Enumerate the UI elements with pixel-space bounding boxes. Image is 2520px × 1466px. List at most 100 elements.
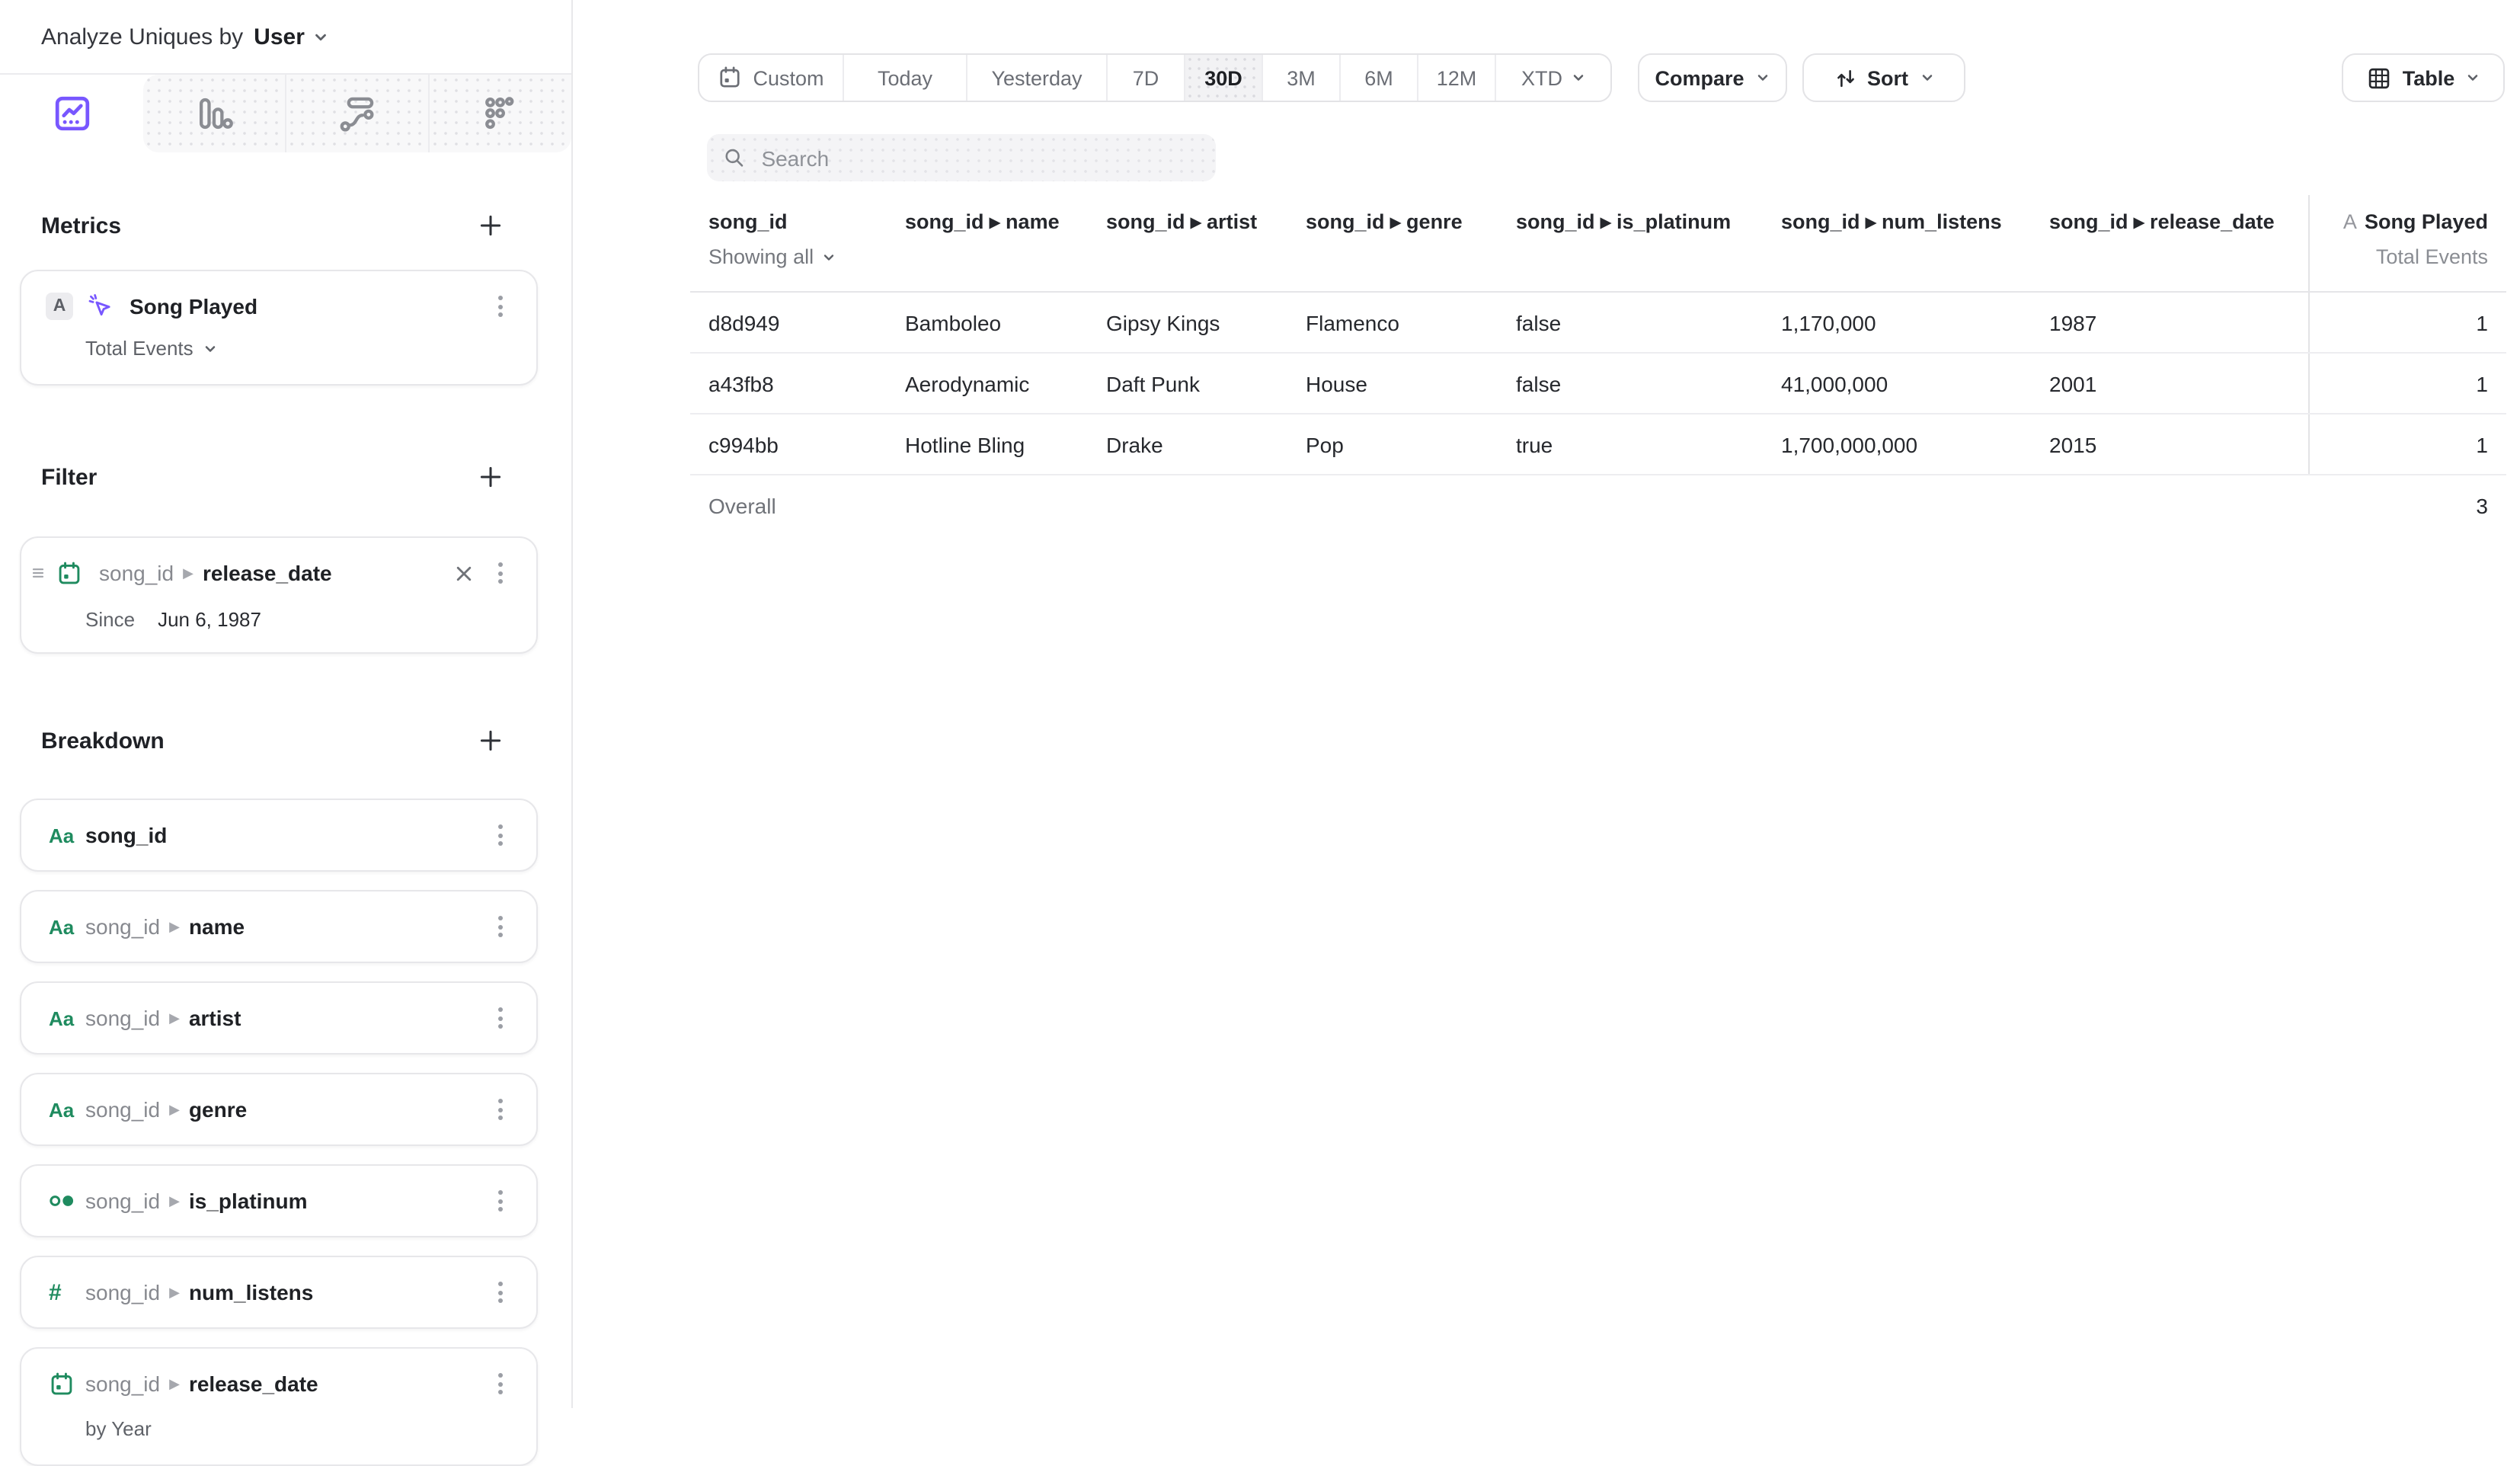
- column-header-is-platinum[interactable]: song_id ▸ is_platinum: [1498, 195, 1763, 291]
- filter-card[interactable]: song_id ▶ release_date Since Jun 6, 1987: [20, 536, 538, 654]
- date-range-xtd-dropdown[interactable]: XTD: [1495, 55, 1610, 101]
- date-range-7d[interactable]: 7D: [1106, 55, 1184, 101]
- boolean-property-icon: [49, 1192, 79, 1210]
- breakdown-kebab-menu-icon[interactable]: [495, 820, 506, 850]
- date-range-picker: Custom Today Yesterday 7D 30D 3M 6M 12M …: [698, 53, 1612, 102]
- breakdown-card-name[interactable]: Aa song_id ▶ name: [20, 890, 538, 963]
- table-row[interactable]: d8d949 Bamboleo Gipsy Kings Flamenco fal…: [690, 293, 2506, 354]
- metric-card-main-row: A Song Played: [21, 271, 536, 322]
- filter-kebab-menu-icon[interactable]: [495, 558, 506, 588]
- filter-property: song_id ▶ release_date: [99, 561, 332, 585]
- breakdown-kebab-menu-icon[interactable]: [495, 1368, 506, 1399]
- metric-series-letter: A: [2343, 210, 2357, 233]
- chevron-down-icon: [2465, 70, 2480, 85]
- breakdown-card-main-row: song_id ▶ release_date: [21, 1349, 536, 1399]
- breakdown-section-head: Breakdown: [41, 725, 503, 756]
- date-range-custom[interactable]: Custom: [699, 55, 843, 101]
- metric-card[interactable]: A Song Played Total Events: [20, 270, 538, 386]
- metric-event-name: Song Played: [130, 294, 257, 318]
- metrics-section-head: Metrics: [41, 210, 503, 241]
- chevron-down-icon: [1755, 70, 1770, 85]
- calendar-icon: [718, 66, 742, 90]
- column-header-artist[interactable]: song_id ▸ artist: [1088, 195, 1287, 291]
- date-range-12m[interactable]: 12M: [1417, 55, 1495, 101]
- date-range-yesterday[interactable]: Yesterday: [966, 55, 1106, 101]
- filter-value-field[interactable]: Jun 6, 1987: [158, 608, 261, 631]
- analyze-header: Analyze Uniques by User: [0, 0, 571, 73]
- remove-filter-icon[interactable]: [451, 560, 477, 586]
- column-header-name[interactable]: song_id ▸ name: [887, 195, 1088, 291]
- plus-icon: [478, 465, 503, 489]
- column-header-song-id[interactable]: song_id Showing all: [690, 195, 887, 291]
- drag-handle-icon[interactable]: [30, 564, 46, 582]
- breakdown-kebab-menu-icon[interactable]: [495, 911, 506, 942]
- breakdown-card-genre[interactable]: Aa song_id ▶ genre: [20, 1073, 538, 1146]
- sort-button[interactable]: Sort: [1802, 53, 1965, 102]
- text-property-icon: Aa: [49, 1098, 79, 1121]
- breakdown-kebab-menu-icon[interactable]: [495, 1094, 506, 1125]
- tab-insights[interactable]: [0, 75, 143, 152]
- insights-report-app: Analyze Uniques by User: [0, 0, 2520, 1408]
- metric-aggregation-dropdown[interactable]: Total Events: [21, 322, 536, 360]
- column-header-genre[interactable]: song_id ▸ genre: [1287, 195, 1498, 291]
- breakdown-card-release-date[interactable]: song_id ▶ release_date by Year: [20, 1347, 538, 1466]
- property-arrow-icon: ▶: [169, 1194, 180, 1208]
- search-row: [573, 134, 2520, 181]
- event-click-icon: [87, 293, 114, 320]
- filter-card-main-row: song_id ▶ release_date: [21, 538, 536, 588]
- column-header-metric[interactable]: ASong Played Total Events: [2308, 195, 2506, 291]
- breakdown-card-song-id[interactable]: Aa song_id: [20, 799, 538, 872]
- add-filter-button[interactable]: [478, 465, 503, 489]
- tab-flows[interactable]: [285, 75, 428, 152]
- breakdown-card-artist[interactable]: Aa song_id ▶ artist: [20, 981, 538, 1055]
- view-type-table-button[interactable]: Table: [2342, 53, 2505, 102]
- property-arrow-icon: ▶: [169, 1011, 180, 1025]
- column-header-num-listens[interactable]: song_id ▸ num_listens: [1763, 195, 2031, 291]
- column-header-release-date[interactable]: song_id ▸ release_date: [2031, 195, 2308, 291]
- text-property-icon: Aa: [49, 1007, 79, 1029]
- query-builder-sidebar: Analyze Uniques by User: [0, 0, 573, 1408]
- filter-section-head: Filter: [41, 462, 503, 492]
- table-row[interactable]: a43fb8 Aerodynamic Daft Punk House false…: [690, 354, 2506, 415]
- property-arrow-icon: ▶: [169, 1103, 180, 1116]
- showing-all-dropdown[interactable]: Showing all: [708, 245, 868, 268]
- search-input[interactable]: [758, 144, 1199, 171]
- property-arrow-icon: ▶: [183, 566, 193, 580]
- insights-icon: [51, 93, 92, 134]
- table-overall-row: Overall 3: [690, 475, 2506, 535]
- add-breakdown-button[interactable]: [478, 728, 503, 753]
- search-box[interactable]: [707, 134, 1216, 181]
- table-row[interactable]: c994bb Hotline Bling Drake Pop true 1,70…: [690, 415, 2506, 475]
- date-range-today[interactable]: Today: [843, 55, 966, 101]
- breakdown-kebab-menu-icon[interactable]: [495, 1186, 506, 1216]
- breakdown-kebab-menu-icon[interactable]: [495, 1003, 506, 1033]
- calendar-icon: [49, 1371, 79, 1397]
- sort-arrows-icon: [1834, 66, 1856, 89]
- compare-button[interactable]: Compare: [1638, 53, 1787, 102]
- date-range-30d-selected[interactable]: 30D: [1184, 55, 1262, 101]
- breakdown-kebab-menu-icon[interactable]: [495, 1277, 506, 1308]
- breakdown-bucket-dropdown[interactable]: by Year: [21, 1399, 536, 1440]
- breakdown-card-is-platinum[interactable]: song_id ▶ is_platinum: [20, 1164, 538, 1237]
- breakdown-property: song_id ▶ num_listens: [85, 1280, 313, 1304]
- inactive-tabs-group: [143, 75, 571, 152]
- add-metric-button[interactable]: [478, 213, 503, 238]
- date-range-3m[interactable]: 3M: [1262, 55, 1339, 101]
- filter-operator-dropdown[interactable]: Since: [85, 608, 135, 631]
- breakdown-property: song_id ▶ genre: [85, 1097, 247, 1122]
- search-icon: [724, 146, 744, 169]
- table-header-row: song_id Showing all song_id ▸ name song_…: [690, 195, 2506, 293]
- breakdown-card-num-listens[interactable]: # song_id ▶ num_listens: [20, 1256, 538, 1329]
- date-range-6m[interactable]: 6M: [1339, 55, 1417, 101]
- calendar-icon: [56, 560, 82, 586]
- analyze-entity-dropdown[interactable]: User: [254, 24, 329, 50]
- tab-funnels[interactable]: [143, 75, 285, 152]
- breakdown-property: song_id ▶ release_date: [85, 1372, 318, 1396]
- plus-icon: [478, 728, 503, 753]
- tab-retention[interactable]: [428, 75, 571, 152]
- property-arrow-icon: ▶: [169, 920, 180, 933]
- text-property-icon: Aa: [49, 915, 79, 938]
- analyze-entity-value: User: [254, 24, 305, 50]
- breakdown-property: song_id ▶ is_platinum: [85, 1189, 308, 1213]
- metric-kebab-menu-icon[interactable]: [495, 291, 506, 322]
